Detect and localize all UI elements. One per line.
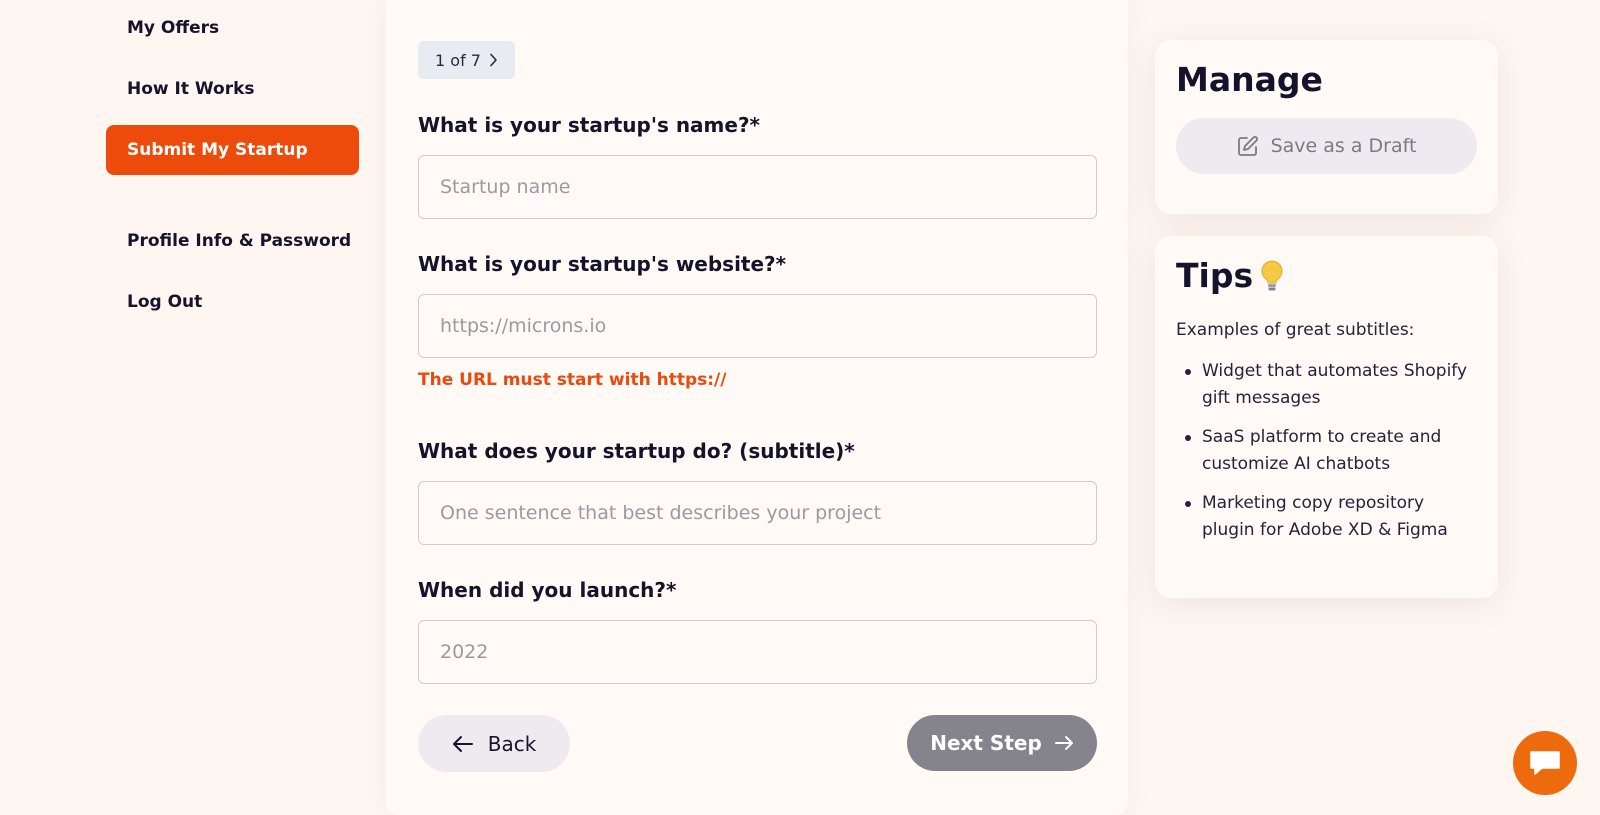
- tips-heading: Tips: [1176, 256, 1285, 295]
- manage-title: Manage: [1176, 60, 1323, 99]
- sidebar-item-label: My Offers: [127, 18, 220, 38]
- list-item: Widget that automates Shopify gift messa…: [1176, 358, 1476, 412]
- save-draft-label: Save as a Draft: [1270, 135, 1417, 157]
- next-step-button[interactable]: Next Step: [907, 715, 1097, 771]
- tips-intro: Examples of great subtitles:: [1176, 320, 1415, 340]
- next-step-button-label: Next Step: [930, 731, 1042, 755]
- launch-year-input[interactable]: [418, 620, 1097, 684]
- chevron-right-icon: [489, 53, 498, 67]
- startup-name-label: What is your startup's name?*: [418, 113, 761, 137]
- bullet-icon: [1185, 369, 1191, 375]
- tip-text: Marketing copy repository plugin for Ado…: [1202, 493, 1448, 540]
- bullet-icon: [1185, 501, 1191, 507]
- startup-name-input[interactable]: [418, 155, 1097, 219]
- startup-website-input[interactable]: [418, 294, 1097, 358]
- sidebar-item-label: Submit My Startup: [127, 140, 308, 160]
- startup-website-label: What is your startup's website?*: [418, 252, 787, 276]
- back-button[interactable]: Back: [418, 715, 570, 772]
- launch-year-label: When did you launch?*: [418, 578, 677, 602]
- edit-icon: [1237, 135, 1259, 157]
- tip-text: SaaS platform to create and customize AI…: [1202, 427, 1442, 474]
- list-item: Marketing copy repository plugin for Ado…: [1176, 490, 1476, 544]
- sidebar-item-profile-info-password[interactable]: Profile Info & Password: [106, 216, 359, 266]
- tip-text: Widget that automates Shopify gift messa…: [1202, 361, 1468, 408]
- tips-title: Tips: [1176, 256, 1254, 295]
- sidebar-item-submit-my-startup[interactable]: Submit My Startup: [106, 125, 359, 175]
- sidebar-item-label: Profile Info & Password: [127, 231, 352, 251]
- tips-list: Widget that automates Shopify gift messa…: [1176, 358, 1476, 556]
- arrow-left-icon: [452, 735, 474, 753]
- back-button-label: Back: [487, 731, 537, 756]
- sidebar-nav: My Offers How It Works Submit My Startup…: [0, 0, 370, 815]
- manage-card: Manage Save as a Draft: [1155, 40, 1498, 214]
- chat-launcher-button[interactable]: [1513, 731, 1577, 795]
- startup-subtitle-input[interactable]: [418, 481, 1097, 545]
- sidebar-item-how-it-works[interactable]: How It Works: [106, 64, 359, 114]
- sidebar-item-my-offers[interactable]: My Offers: [106, 3, 359, 53]
- tips-card: Tips Examples of great subtitles: Widget…: [1155, 236, 1498, 598]
- save-draft-button[interactable]: Save as a Draft: [1176, 118, 1477, 174]
- website-error-message: The URL must start with https://: [418, 370, 727, 390]
- sidebar-item-label: Log Out: [127, 292, 203, 312]
- arrow-right-icon: [1054, 735, 1074, 751]
- step-indicator[interactable]: 1 of 7: [418, 41, 515, 79]
- startup-form-card: 1 of 7 What is your startup's name?* Wha…: [386, 0, 1128, 815]
- lightbulb-icon: [1259, 259, 1285, 293]
- step-counter: 1 of 7: [435, 50, 481, 70]
- sidebar-item-label: How It Works: [127, 79, 255, 99]
- chat-bubble-icon: [1528, 748, 1562, 778]
- startup-subtitle-label: What does your startup do? (subtitle)*: [418, 439, 855, 463]
- list-item: SaaS platform to create and customize AI…: [1176, 424, 1476, 478]
- bullet-icon: [1185, 435, 1191, 441]
- sidebar-item-log-out[interactable]: Log Out: [106, 277, 359, 327]
